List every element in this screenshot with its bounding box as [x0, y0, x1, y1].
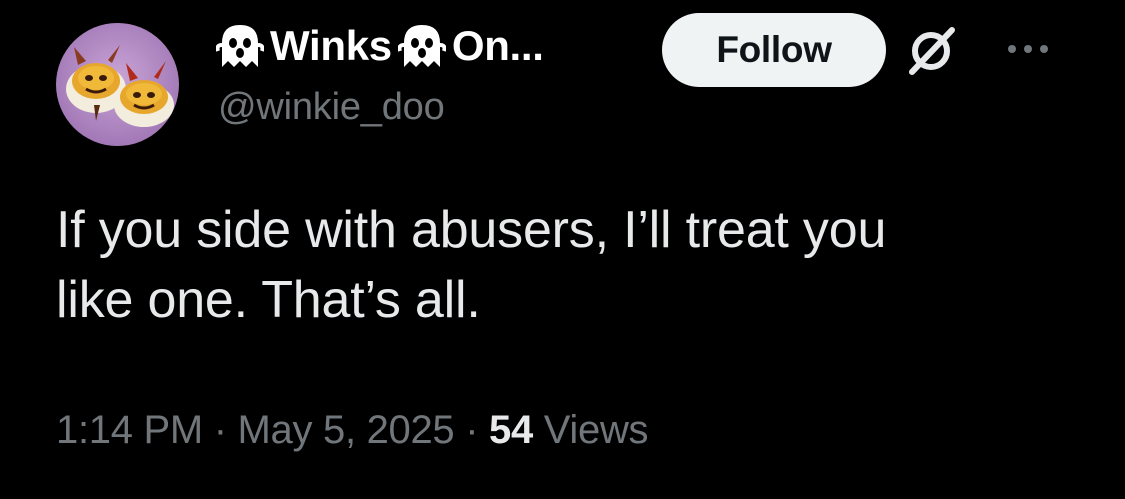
views-label: Views — [532, 408, 649, 452]
tweet-text: If you side with abusers, I’ll treat you… — [56, 195, 1076, 335]
views-count: 54 — [489, 408, 533, 452]
avatar-image — [56, 23, 179, 146]
author-name-row[interactable]: Winks On... — [215, 18, 544, 74]
meta-separator: · — [454, 408, 490, 452]
author-display-name-suffix: On... — [451, 22, 544, 69]
avatar[interactable] — [56, 23, 179, 146]
grok-icon[interactable] — [902, 22, 960, 80]
follow-button[interactable]: Follow — [662, 13, 886, 87]
ghost-icon — [215, 21, 265, 71]
author-handle[interactable]: @winkie_doo — [218, 86, 445, 129]
ghost-icon — [397, 21, 447, 71]
meta-separator: · — [202, 408, 238, 452]
tweet-time[interactable]: 1:14 PM — [56, 408, 203, 452]
more-options-icon[interactable] — [993, 36, 1063, 62]
tweet-card: Winks On... @winkie_doo Follow If you si… — [0, 0, 1125, 499]
tweet-text-line: like one. That’s all. — [56, 271, 481, 329]
tweet-date[interactable]: May 5, 2025 — [238, 408, 455, 452]
tweet-meta: 1:14 PM · May 5, 2025 · 54 Views — [56, 408, 649, 453]
tweet-text-line: If you side with abusers, I’ll treat you — [56, 201, 887, 259]
author-display-name: Winks — [270, 22, 392, 69]
